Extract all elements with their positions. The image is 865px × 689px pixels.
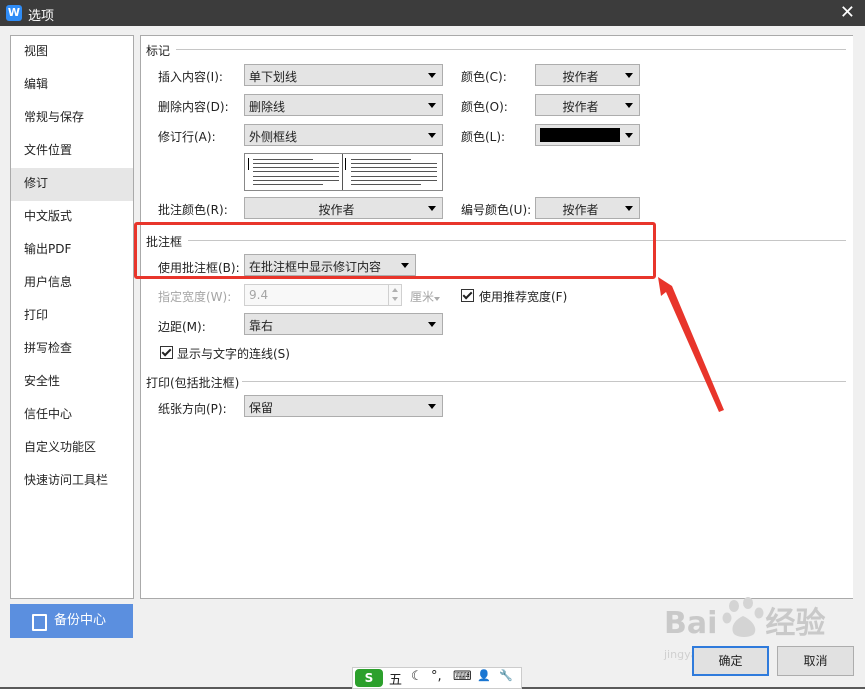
highlight-box — [134, 222, 656, 279]
margin-label: 边距(M): — [158, 320, 206, 334]
close-icon[interactable]: ✕ — [840, 2, 855, 23]
options-dialog: W 选项 ✕ 视图 编辑 常规与保存 文件位置 修订 中文版式 输出PDF 用户… — [0, 0, 865, 689]
sidebar-item-chinese-layout[interactable]: 中文版式 — [11, 201, 133, 234]
insert-style-value: 单下划线 — [249, 70, 298, 84]
chevron-up-icon[interactable] — [392, 288, 398, 292]
unit-dropdown-icon[interactable] — [434, 297, 440, 301]
insert-style-select[interactable]: 单下划线 — [244, 64, 443, 86]
show-lines-checkbox[interactable] — [160, 346, 173, 359]
orientation-select[interactable]: 保留 — [244, 395, 443, 417]
section-title-printing: 打印(包括批注框) — [146, 376, 240, 390]
sidebar-item-security[interactable]: 安全性 — [11, 366, 133, 399]
delete-color-select[interactable]: 按作者 — [535, 94, 640, 116]
sidebar-item-print[interactable]: 打印 — [11, 300, 133, 333]
width-unit[interactable]: 厘米 — [410, 288, 434, 305]
sidebar-item-edit[interactable]: 编辑 — [11, 69, 133, 102]
chevron-down-icon — [625, 133, 633, 138]
sidebar-item-general-save[interactable]: 常规与保存 — [11, 102, 133, 135]
sidebar-item-view[interactable]: 视图 — [11, 36, 133, 69]
delete-color-value: 按作者 — [562, 100, 599, 114]
delete-style-select[interactable]: 删除线 — [244, 94, 443, 116]
backup-icon — [32, 614, 47, 631]
chevron-down-icon — [428, 103, 436, 108]
number-color-value: 按作者 — [562, 203, 599, 217]
width-label: 指定宽度(W): — [158, 290, 232, 304]
sidebar-item-output-pdf[interactable]: 输出PDF — [11, 234, 133, 267]
recommended-width-label: 使用推荐宽度(F) — [479, 290, 568, 304]
cancel-button[interactable]: 取消 — [777, 646, 854, 676]
chevron-down-icon — [625, 73, 633, 78]
chevron-down-icon — [428, 206, 436, 211]
sidebar-item-trust-center[interactable]: 信任中心 — [11, 399, 133, 432]
black-color-swatch — [540, 128, 620, 142]
chevron-down-icon[interactable] — [392, 297, 398, 301]
sogou-logo-icon[interactable]: S — [355, 669, 383, 687]
delete-color-label: 颜色(O): — [461, 100, 508, 114]
check-icon — [161, 346, 172, 357]
ime-mode[interactable]: 五 — [389, 669, 402, 688]
chevron-down-icon — [428, 73, 436, 78]
sidebar-item-track-changes[interactable]: 修订 — [11, 168, 133, 201]
keyboard-icon[interactable]: ⌨ — [453, 669, 472, 684]
ok-button[interactable]: 确定 — [692, 646, 769, 676]
changed-line-color-label: 颜色(L): — [461, 130, 506, 144]
wps-logo-icon: W — [6, 5, 22, 21]
margin-value: 靠右 — [249, 319, 274, 333]
backup-center-label: 备份中心 — [54, 613, 107, 628]
chevron-down-icon — [625, 206, 633, 211]
recommended-width-checkbox[interactable] — [461, 289, 474, 302]
changed-line-select[interactable]: 外侧框线 — [244, 124, 443, 146]
changed-line-value: 外侧框线 — [249, 130, 298, 144]
sidebar-item-quick-access-toolbar[interactable]: 快速访问工具栏 — [11, 465, 133, 498]
changed-lines-preview — [244, 153, 443, 191]
wrench-icon[interactable]: 🔧 — [499, 669, 513, 682]
punctuation-icon[interactable]: °, — [431, 669, 442, 684]
delete-style-value: 删除线 — [249, 100, 286, 114]
window-title: 选项 — [28, 9, 55, 24]
section-divider — [176, 49, 846, 50]
watermark-brand: Bai — [664, 606, 718, 641]
title-bar: W 选项 ✕ — [0, 0, 865, 26]
number-color-label: 编号颜色(U): — [461, 203, 532, 217]
preview-change-bar — [248, 158, 249, 170]
orientation-value: 保留 — [249, 401, 274, 415]
comment-color-select[interactable]: 按作者 — [244, 197, 443, 219]
sidebar-item-file-location[interactable]: 文件位置 — [11, 135, 133, 168]
preview-change-bar — [345, 158, 346, 170]
chevron-down-icon — [428, 133, 436, 138]
insert-color-select[interactable]: 按作者 — [535, 64, 640, 86]
orientation-label: 纸张方向(P): — [158, 402, 227, 416]
section-divider — [242, 381, 846, 382]
stepper-buttons[interactable] — [388, 285, 401, 305]
watermark-suffix: 经验 — [765, 606, 826, 641]
baidu-watermark: Bai 经验 — [664, 598, 825, 642]
chevron-down-icon — [625, 103, 633, 108]
options-sidebar: 视图 编辑 常规与保存 文件位置 修订 中文版式 输出PDF 用户信息 打印 拼… — [10, 35, 134, 599]
insert-color-label: 颜色(C): — [461, 70, 507, 84]
comment-color-label: 批注颜色(R): — [158, 203, 228, 217]
margin-select[interactable]: 靠右 — [244, 313, 443, 335]
user-icon[interactable]: 👤 — [477, 669, 491, 682]
insert-label: 插入内容(I): — [158, 70, 223, 84]
chevron-down-icon — [428, 404, 436, 409]
chevron-down-icon — [428, 322, 436, 327]
check-icon — [462, 289, 473, 300]
show-lines-label: 显示与文字的连线(S) — [177, 347, 290, 361]
comment-color-value: 按作者 — [318, 203, 355, 217]
sidebar-item-user-info[interactable]: 用户信息 — [11, 267, 133, 300]
section-title-marks: 标记 — [146, 44, 171, 58]
width-value: 9.4 — [249, 288, 269, 302]
sidebar-item-customize-ribbon[interactable]: 自定义功能区 — [11, 432, 133, 465]
changed-line-color-select[interactable] — [535, 124, 640, 146]
changed-line-label: 修订行(A): — [158, 130, 216, 144]
sidebar-item-spell-check[interactable]: 拼写检查 — [11, 333, 133, 366]
insert-color-value: 按作者 — [562, 70, 599, 84]
backup-center-button[interactable]: 备份中心 — [10, 604, 133, 638]
moon-icon[interactable]: ☾ — [411, 669, 423, 684]
ime-toolbar: S 五 ☾ °, ⌨ 👤 🔧 — [352, 667, 522, 689]
width-stepper[interactable]: 9.4 — [244, 284, 402, 306]
number-color-select[interactable]: 按作者 — [535, 197, 640, 219]
preview-page-divider — [342, 154, 343, 190]
delete-label: 删除内容(D): — [158, 100, 229, 114]
